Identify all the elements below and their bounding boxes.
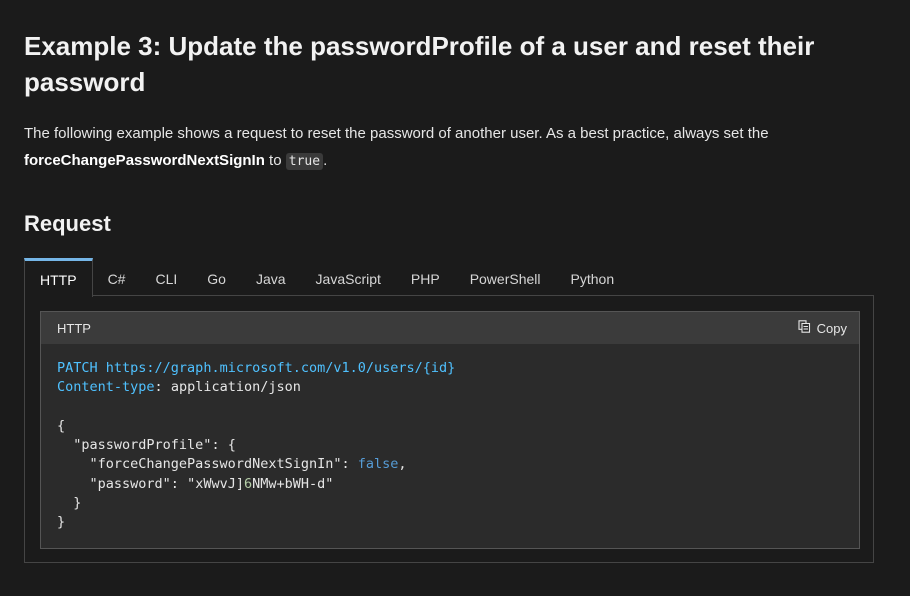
tab-csharp[interactable]: C# <box>93 258 141 296</box>
code-language-label: HTTP <box>57 320 91 336</box>
http-method: PATCH <box>57 360 98 376</box>
description-text-before: The following example shows a request to… <box>24 125 769 142</box>
json-key-forcechange: "forceChangePasswordNextSignIn" <box>89 456 342 473</box>
tab-http[interactable]: HTTP <box>24 258 93 297</box>
code-block: HTTP Copy PATCH https://graph.microsoft.… <box>40 311 860 549</box>
description-paragraph: The following example shows a request to… <box>24 120 884 175</box>
tab-go[interactable]: Go <box>192 258 241 296</box>
json-value-password-part1: "xWwvJ] <box>187 475 244 492</box>
tab-java[interactable]: Java <box>241 258 301 296</box>
description-bold-term: forceChangePasswordNextSignIn <box>24 152 265 169</box>
json-value-password-digit: 6 <box>243 475 253 492</box>
tab-panel: HTTP Copy PATCH https://graph.microsoft.… <box>24 295 874 563</box>
header-name: Content-type <box>57 379 155 396</box>
json-close-brace: } <box>57 514 66 531</box>
tab-javascript[interactable]: JavaScript <box>301 258 396 296</box>
json-key-passwordprofile: "passwordProfile" <box>73 437 212 454</box>
json-open-brace: { <box>57 417 66 434</box>
code-content: PATCH https://graph.microsoft.com/v1.0/u… <box>57 360 456 531</box>
json-value-password-part2: NMw+bWH-d" <box>252 475 334 492</box>
header-value: application/json <box>170 379 301 396</box>
description-text-middle: to <box>264 152 286 169</box>
page-title: Example 3: Update the passwordProfile of… <box>24 31 815 97</box>
tab-powershell[interactable]: PowerShell <box>455 258 556 296</box>
tab-cli[interactable]: CLI <box>140 258 192 296</box>
inline-code-true: true <box>285 153 324 170</box>
json-key-password: "password" <box>89 475 171 492</box>
copy-button[interactable]: Copy <box>798 320 847 336</box>
tab-python[interactable]: Python <box>556 258 630 296</box>
code-header: HTTP Copy <box>41 312 859 344</box>
copy-icon <box>798 320 811 336</box>
language-tabs: HTTP C# CLI Go Java JavaScript PHP Power… <box>24 258 630 297</box>
request-heading: Request <box>24 211 111 236</box>
json-inner-close-brace: } <box>73 495 82 512</box>
json-value-false: false <box>357 456 399 473</box>
tab-php[interactable]: PHP <box>396 258 455 296</box>
request-url: https://graph.microsoft.com/v1.0/users/{… <box>105 360 456 376</box>
docs-page: Example 3: Update the passwordProfile of… <box>0 0 910 175</box>
description-text-after: . <box>323 152 328 169</box>
copy-label: Copy <box>816 320 847 336</box>
